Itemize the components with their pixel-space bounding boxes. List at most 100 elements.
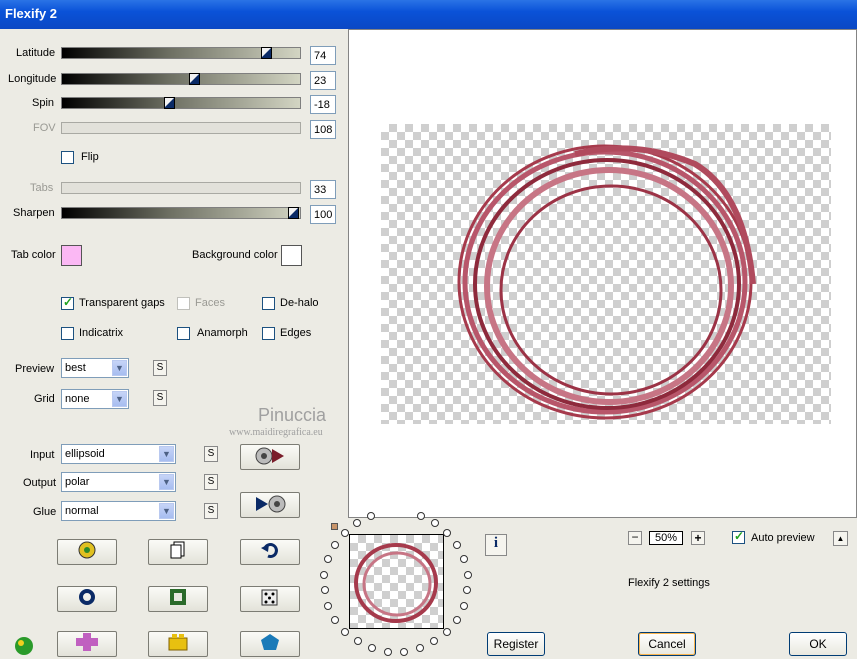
navigator-dot[interactable] bbox=[367, 512, 376, 521]
navigator-dot[interactable] bbox=[442, 627, 451, 636]
background-color-swatch[interactable] bbox=[281, 245, 302, 266]
navigator-dot[interactable] bbox=[459, 601, 468, 610]
navigator-dot[interactable] bbox=[341, 627, 350, 636]
info-button[interactable]: i bbox=[485, 534, 507, 556]
cross-shape-button[interactable] bbox=[57, 631, 117, 657]
navigator-dot[interactable] bbox=[416, 512, 425, 521]
tabs-input[interactable]: 33 bbox=[310, 180, 336, 199]
navigator-dot[interactable] bbox=[443, 529, 452, 538]
latitude-input[interactable]: 74 bbox=[310, 46, 336, 65]
navigator-dot[interactable] bbox=[431, 519, 440, 528]
output-s-button[interactable]: S bbox=[204, 474, 218, 490]
watermark-url: www.maidiregrafica.eu bbox=[229, 427, 323, 438]
pentagon-shape-button[interactable] bbox=[240, 631, 300, 657]
spin-label: Spin bbox=[32, 97, 55, 109]
latitude-slider[interactable] bbox=[61, 47, 301, 59]
navigator-dot[interactable] bbox=[452, 615, 461, 624]
longitude-input[interactable]: 23 bbox=[310, 71, 336, 90]
navigator-dot[interactable] bbox=[368, 644, 377, 653]
navigator-dot[interactable] bbox=[460, 555, 469, 564]
save-output-button[interactable] bbox=[240, 492, 300, 518]
navigator-dot[interactable] bbox=[353, 637, 362, 646]
square-shape-button[interactable] bbox=[148, 586, 208, 612]
edges-checkbox[interactable] bbox=[262, 327, 275, 340]
brick-icon bbox=[168, 634, 188, 651]
cancel-button[interactable]: Cancel bbox=[638, 632, 696, 656]
navigator-dot[interactable] bbox=[340, 529, 349, 538]
indicatrix-checkbox[interactable] bbox=[61, 327, 74, 340]
longitude-slider[interactable] bbox=[61, 73, 301, 85]
ok-button[interactable]: OK bbox=[789, 632, 847, 656]
chevron-down-icon: ▼ bbox=[159, 446, 174, 462]
square-frame-icon bbox=[170, 589, 186, 605]
navigator-handle[interactable] bbox=[331, 523, 338, 530]
navigator-dot[interactable] bbox=[463, 586, 472, 595]
thumbnail-preview[interactable] bbox=[349, 534, 444, 629]
longitude-label: Longitude bbox=[8, 73, 57, 85]
longitude-thumb[interactable] bbox=[189, 73, 200, 85]
navigator-dot[interactable] bbox=[400, 647, 409, 656]
preview-select[interactable]: best ▼ bbox=[61, 358, 129, 378]
randomize-button[interactable] bbox=[57, 539, 117, 565]
transparent-gaps-label: Transparent gaps bbox=[79, 297, 165, 309]
glue-s-button[interactable]: S bbox=[204, 503, 218, 519]
undo-button[interactable] bbox=[240, 539, 300, 565]
transparent-gaps-checkbox[interactable] bbox=[61, 295, 74, 310]
indicatrix-label: Indicatrix bbox=[79, 327, 124, 339]
tab-color-swatch[interactable] bbox=[61, 245, 82, 266]
input-s-button[interactable]: S bbox=[204, 446, 218, 462]
zoom-out-button[interactable]: − bbox=[628, 531, 642, 545]
navigator-dot[interactable] bbox=[331, 615, 340, 624]
de-halo-checkbox[interactable] bbox=[262, 297, 275, 310]
preview-label: Preview bbox=[15, 363, 55, 375]
watermark-name: Pinuccia bbox=[258, 405, 327, 425]
chevron-down-icon: ▼ bbox=[112, 391, 127, 407]
latitude-thumb[interactable] bbox=[261, 47, 272, 59]
glue-select-value: normal bbox=[65, 505, 99, 517]
auto-preview-checkbox[interactable] bbox=[732, 529, 745, 544]
sharpen-thumb[interactable] bbox=[288, 207, 299, 219]
pentagon-icon bbox=[261, 634, 279, 650]
sharpen-label: Sharpen bbox=[13, 207, 55, 219]
input-select[interactable]: ellipsoid ▼ bbox=[61, 444, 176, 464]
navigator-dot[interactable] bbox=[330, 541, 339, 550]
preview-select-value: best bbox=[65, 362, 86, 374]
preview-s-button[interactable]: S bbox=[153, 360, 167, 376]
play-disc-icon bbox=[256, 495, 286, 513]
sharpen-input[interactable]: 100 bbox=[310, 205, 336, 224]
flip-label: Flip bbox=[81, 151, 99, 163]
input-label: Input bbox=[30, 449, 55, 461]
preview-pane[interactable] bbox=[348, 29, 857, 518]
dice-button[interactable] bbox=[240, 586, 300, 612]
spin-thumb[interactable] bbox=[164, 97, 175, 109]
navigator-dot[interactable] bbox=[415, 644, 424, 653]
register-button[interactable]: Register bbox=[487, 632, 545, 656]
navigator-dot[interactable] bbox=[453, 541, 462, 550]
navigator-dot[interactable] bbox=[383, 647, 392, 656]
output-select-value: polar bbox=[65, 476, 90, 488]
spin-input[interactable]: -18 bbox=[310, 95, 336, 114]
navigator-dot[interactable] bbox=[430, 637, 439, 646]
zoom-in-button[interactable]: + bbox=[691, 531, 705, 545]
navigator-dot[interactable] bbox=[352, 519, 361, 528]
navigator-dot[interactable] bbox=[320, 570, 329, 579]
load-input-button[interactable] bbox=[240, 444, 300, 470]
collapse-button[interactable]: ▲ bbox=[833, 531, 848, 546]
navigator-dot[interactable] bbox=[324, 601, 333, 610]
copy-button[interactable] bbox=[148, 539, 208, 565]
anamorph-checkbox[interactable] bbox=[177, 327, 190, 340]
sharpen-slider[interactable] bbox=[61, 207, 301, 219]
navigator-dot[interactable] bbox=[320, 586, 329, 595]
glue-label: Glue bbox=[33, 506, 57, 518]
navigator-dot[interactable] bbox=[323, 555, 332, 564]
navigator-dot[interactable] bbox=[463, 570, 472, 579]
grid-s-button[interactable]: S bbox=[153, 390, 167, 406]
output-select[interactable]: polar ▼ bbox=[61, 472, 176, 492]
glue-select[interactable]: normal ▼ bbox=[61, 501, 176, 521]
spin-slider[interactable] bbox=[61, 97, 301, 109]
fov-input[interactable]: 108 bbox=[310, 120, 336, 139]
flip-checkbox[interactable] bbox=[61, 151, 74, 164]
ring-shape-button[interactable] bbox=[57, 586, 117, 612]
brick-shape-button[interactable] bbox=[148, 631, 208, 657]
grid-select[interactable]: none ▼ bbox=[61, 389, 129, 409]
